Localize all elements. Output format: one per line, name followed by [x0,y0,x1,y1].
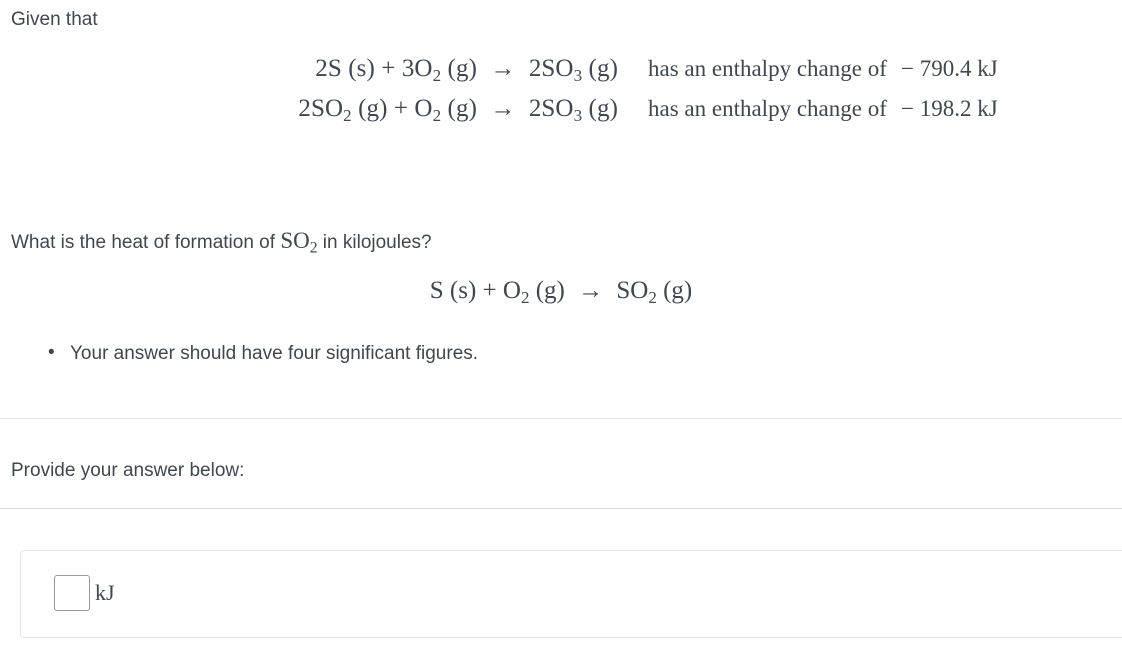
section-divider-bottom [0,508,1122,509]
given-equation-2-value: − 198.2 kJ [901,96,998,121]
section-divider-top [0,418,1122,419]
given-equations-block: 2S (s) + 3O2 (g) → 2SO3 (g) has an entha… [0,55,1122,135]
given-that-label: Given that [11,9,98,30]
question-prefix: What is the heat of formation of [11,232,281,253]
given-equation-1-value: − 790.4 kJ [901,56,998,81]
hint-list-item: Your answer should have four significant… [48,340,478,367]
question-inline-formula: SO2 [280,228,318,257]
given-equation-2-formula: 2SO2 (g) + O2 (g) → 2SO3 (g) [298,95,618,125]
question-formula-subscript: 2 [309,239,318,257]
given-equation-row: 2S (s) + 3O2 (g) → 2SO3 (g) has an entha… [0,55,1122,95]
answer-unit-label: kJ [95,580,115,605]
hint-list: Your answer should have four significant… [0,340,478,367]
answer-input-group: kJ [54,575,115,611]
given-equation-2-statement: has an enthalpy change of − 198.2 kJ [648,96,998,122]
given-equation-1-formula: 2S (s) + 3O2 (g) → 2SO3 (g) [315,55,618,85]
given-equation-2-statement-text: has an enthalpy change of [648,96,887,121]
question-suffix: in kilojoules? [317,232,432,253]
given-equation-1-statement: has an enthalpy change of − 790.4 kJ [648,56,998,82]
question-text: What is the heat of formation of SO2 in … [11,225,432,256]
answer-input[interactable] [54,575,90,611]
answer-card: kJ [20,550,1122,638]
question-formula-base: SO [280,228,310,253]
target-equation: S (s) + O2 (g) → SO2 (g) [429,277,693,307]
given-equation-row: 2SO2 (g) + O2 (g) → 2SO3 (g) has an enth… [0,95,1122,135]
given-equation-1-statement-text: has an enthalpy change of [648,56,887,81]
provide-answer-label: Provide your answer below: [11,460,245,481]
